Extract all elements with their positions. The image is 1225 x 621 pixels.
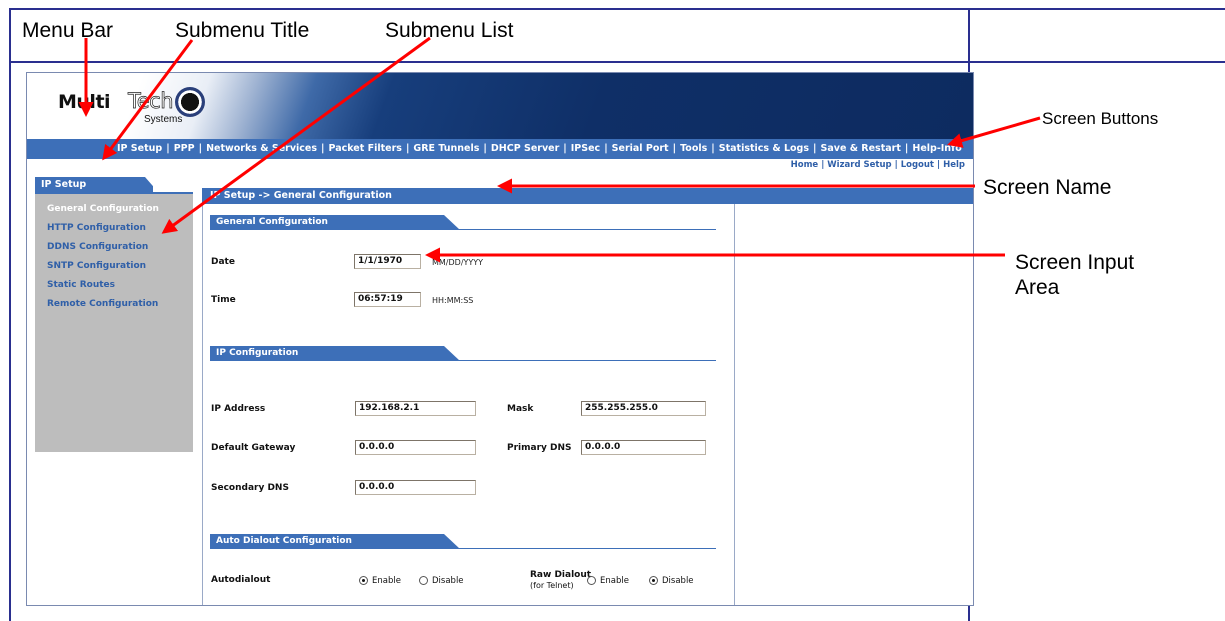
callout-arrows	[78, 36, 1041, 263]
arrow-submenu-title	[102, 39, 194, 161]
arrow-submenu-list	[161, 36, 431, 234]
arrow-screen-buttons	[947, 116, 1041, 148]
